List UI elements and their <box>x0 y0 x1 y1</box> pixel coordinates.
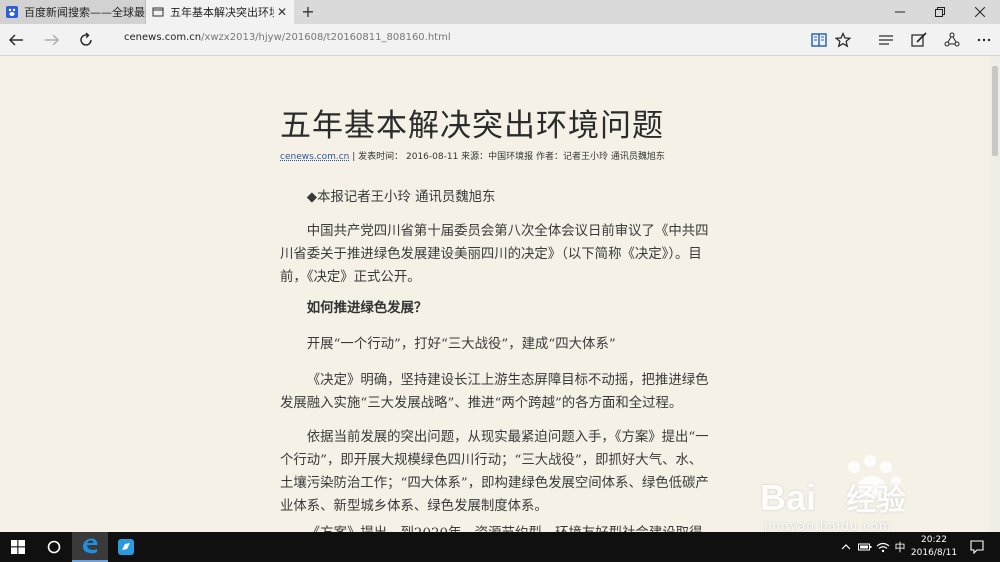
book-icon <box>811 33 827 47</box>
byline-site-link[interactable]: cenews.com.cn <box>280 152 349 162</box>
paragraph: ◆本报记者王小玲 通讯员魏旭东 <box>306 190 496 205</box>
pen-note-icon <box>911 32 927 47</box>
network-button[interactable] <box>874 532 892 562</box>
restore-icon <box>935 7 945 17</box>
new-tab-button[interactable]: + <box>298 2 318 22</box>
page-icon <box>152 7 164 17</box>
article-headline: 五年基本解决突出环境问题 <box>280 108 664 144</box>
cortana-button[interactable] <box>36 532 72 562</box>
watermark-brand: Bai <box>760 477 817 518</box>
share-button[interactable] <box>940 28 964 52</box>
close-window-button[interactable] <box>960 0 1000 24</box>
paragraph: 开展“一个行动”，打好“三大战役”，建成“四大体系” <box>306 337 616 352</box>
forward-button[interactable] <box>40 28 64 52</box>
taskbar: 中 20:22 2016/8/11 <box>0 532 1000 562</box>
star-icon <box>835 32 851 48</box>
reading-view-button[interactable] <box>807 28 831 52</box>
close-tab-icon[interactable]: ✕ <box>274 5 290 19</box>
edge-logo-icon <box>83 538 98 554</box>
taskbar-clock[interactable]: 20:22 2016/8/11 <box>906 534 962 560</box>
notification-icon <box>970 540 984 554</box>
taskbar-app[interactable] <box>108 532 144 562</box>
favorite-button[interactable] <box>831 28 855 52</box>
tab-baidu-news[interactable]: 百度新闻搜索——全球最大 <box>0 0 146 24</box>
battery-icon <box>858 543 872 551</box>
baidu-jingyan-watermark: Bai 经验 jingyan.baidu.com <box>760 455 980 535</box>
tab-title: 五年基本解决突出环境问 <box>170 6 274 19</box>
refresh-icon <box>80 32 92 46</box>
restore-button[interactable] <box>920 0 960 24</box>
paragraph: 《决定》明确，坚持建设长江上游生态屏障目标不动摇，把推进绿色发展融入实施“三大发… <box>280 373 709 411</box>
close-icon <box>975 7 985 17</box>
battery-button[interactable] <box>856 532 874 562</box>
byline-meta: | 发表时间： 2016-08-11 来源：中国环境报 作者：记者王小玲 通讯员… <box>352 152 665 162</box>
hub-button[interactable] <box>874 28 898 52</box>
watermark-brand-cn: 经验 <box>846 484 907 517</box>
arrow-right-icon <box>45 34 59 46</box>
taskbar-edge-app[interactable] <box>72 532 108 562</box>
minimize-icon <box>895 11 905 13</box>
tab-title: 百度新闻搜索——全球最大 <box>24 6 145 19</box>
arrow-left-icon <box>9 34 23 46</box>
article-byline: cenews.com.cn | 发表时间： 2016-08-11 来源：中国环境… <box>280 149 665 162</box>
clock-date: 2016/8/11 <box>910 548 958 558</box>
minimize-button[interactable] <box>880 0 920 24</box>
windows-logo-icon <box>11 540 25 554</box>
tab-article[interactable]: 五年基本解决突出环境问 ✕ <box>146 0 294 24</box>
browser-toolbar: cenews.com.cn/xwzx2013/hjyw/201608/t2016… <box>0 24 1000 56</box>
more-button[interactable] <box>972 28 996 52</box>
cortana-circle-icon <box>47 540 61 554</box>
action-center-button[interactable] <box>966 532 988 562</box>
section-heading: 如何推进绿色发展？ <box>306 300 428 316</box>
more-dots-icon <box>977 38 991 42</box>
address-domain: cenews.com.cn <box>124 32 202 43</box>
share-icon <box>944 32 960 47</box>
vertical-scrollbar[interactable] <box>990 56 1000 532</box>
paragraph: 《方案》提出，到2020年，资源节约型、环境友好型社会建设取得重 <box>280 522 714 532</box>
chevron-up-icon <box>841 544 851 550</box>
tab-strip: 百度新闻搜索——全球最大 五年基本解决突出环境问 ✕ + <box>0 0 1000 24</box>
show-hidden-icons-button[interactable] <box>838 532 854 562</box>
wifi-icon <box>876 542 890 553</box>
web-note-button[interactable] <box>907 28 931 52</box>
paragraph: 中国共产党四川省第十届委员会第八次全体会议日前审议了《中共四川省委关于推进绿色发… <box>280 224 709 285</box>
baidu-favicon-icon <box>6 6 18 18</box>
start-button[interactable] <box>0 532 36 562</box>
scrollbar-thumb[interactable] <box>992 66 998 156</box>
hub-icon <box>879 35 893 45</box>
paragraph: 依据当前发展的突出问题，从现实最紧迫问题入手，《方案》提出“一个行动”，即开展大… <box>280 430 709 514</box>
address-path: /xwzx2013/hjyw/201608/t20160811_808160.h… <box>201 32 451 43</box>
clock-time: 20:22 <box>921 535 947 545</box>
app-icon <box>118 539 134 555</box>
watermark-url: jingyan.baidu.com <box>764 519 892 533</box>
address-bar[interactable]: cenews.com.cn/xwzx2013/hjyw/201608/t2016… <box>124 32 451 43</box>
back-button[interactable] <box>4 28 28 52</box>
refresh-button[interactable] <box>74 28 98 52</box>
